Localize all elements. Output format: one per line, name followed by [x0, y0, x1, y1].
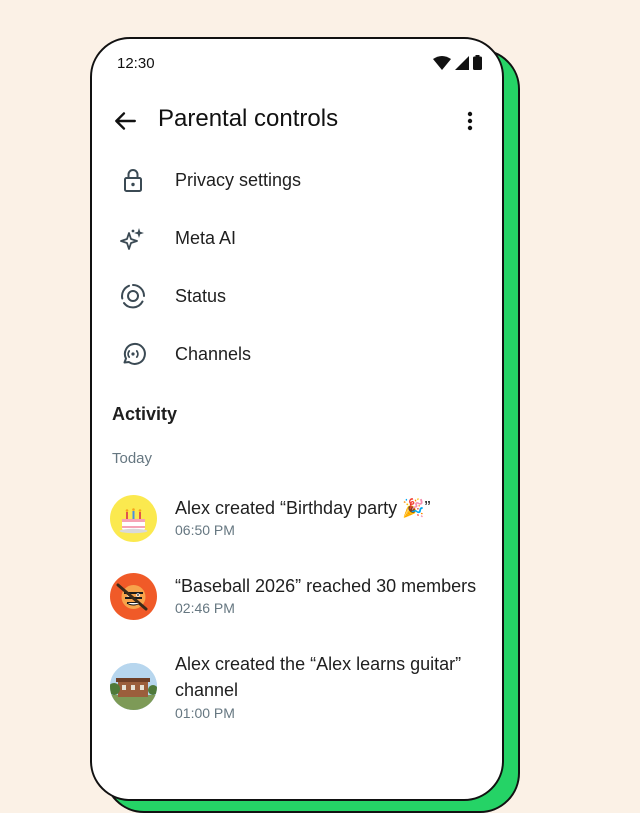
menu-item-meta-ai[interactable]: Meta AI	[92, 209, 502, 267]
activity-time: 02:46 PM	[175, 600, 235, 616]
building-avatar	[110, 663, 157, 710]
menu-item-label: Status	[175, 286, 227, 306]
sparkle-icon	[120, 228, 144, 250]
menu-item-label: Privacy settings	[175, 170, 302, 190]
activity-group-today: Today	[112, 450, 153, 467]
activity-item[interactable]: Alex created the “Alex learns guitar” ch…	[92, 643, 502, 743]
menu-item-label: Channels	[175, 344, 252, 364]
activity-text: “Baseball 2026” reached 30 members	[175, 576, 477, 596]
menu-item-channels[interactable]: Channels	[92, 325, 502, 383]
wifi-icon	[433, 55, 451, 70]
phone-frame: 12:30 Parental controls Privacy settings…	[90, 37, 504, 801]
activity-item[interactable]: Alex created “Birthday party 🎉” 06:50 PM	[92, 487, 502, 557]
activity-time: 06:50 PM	[175, 522, 235, 538]
page-title: Parental controls	[158, 105, 339, 132]
activity-time: 01:00 PM	[175, 705, 235, 721]
status-time: 12:30	[117, 55, 155, 72]
birthday-cake-avatar	[110, 495, 157, 542]
back-arrow-icon[interactable]	[112, 108, 138, 134]
activity-text: Alex created the “Alex learns guitar” ch…	[175, 654, 462, 700]
menu-item-label: Meta AI	[175, 228, 237, 248]
status-bar: 12:30	[92, 39, 502, 89]
status-ring-icon	[121, 284, 145, 309]
activity-section-title: Activity	[112, 404, 178, 424]
menu-item-privacy-settings[interactable]: Privacy settings	[92, 151, 502, 209]
lock-icon	[124, 169, 142, 192]
activity-text: Alex created “Birthday party 🎉”	[175, 498, 431, 518]
app-bar: Parental controls	[92, 95, 502, 151]
system-icons	[433, 55, 482, 70]
channels-icon	[123, 342, 146, 365]
more-options-icon[interactable]	[458, 109, 482, 133]
activity-item[interactable]: “Baseball 2026” reached 30 members 02:46…	[92, 565, 502, 635]
signal-icon	[455, 55, 469, 70]
baseball-tiger-avatar	[110, 573, 157, 620]
battery-icon	[473, 55, 482, 70]
menu-item-status[interactable]: Status	[92, 267, 502, 325]
